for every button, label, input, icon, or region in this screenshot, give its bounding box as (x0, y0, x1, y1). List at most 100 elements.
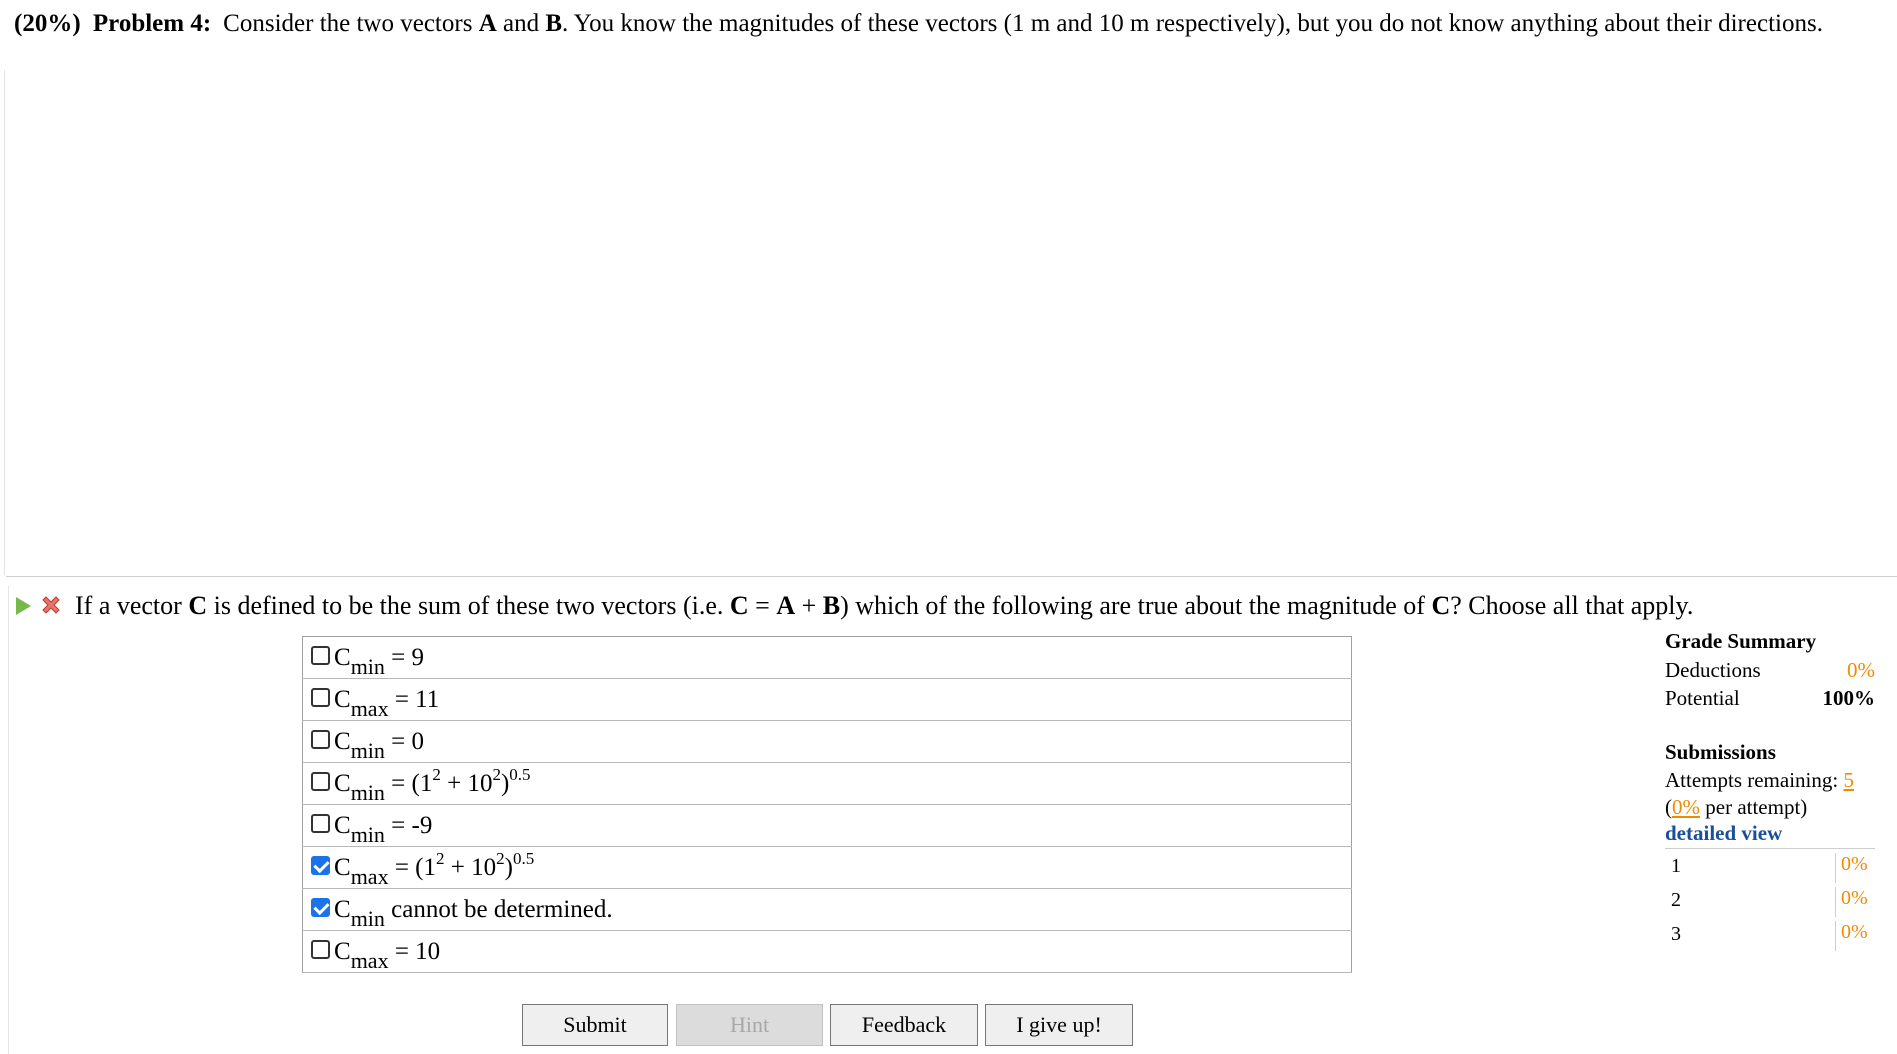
choice-symbol: C (334, 727, 351, 755)
choice-exponent: 0.5 (509, 764, 531, 784)
choice-superscript: 2 (436, 848, 445, 868)
choice-text: = 0 (384, 727, 425, 755)
problem-statement: (20%) Problem 4: Consider the two vectors… (14, 8, 1884, 40)
submission-number: 3 (1671, 923, 1681, 945)
choice-checkbox[interactable] (311, 646, 330, 666)
choice-cell[interactable]: Cmax = 10 (302, 930, 1352, 973)
submit-button[interactable]: Submit (522, 1004, 668, 1046)
choice-cell[interactable]: Cmax = 11 (302, 678, 1352, 721)
choice-cell[interactable]: Cmin = -9 (302, 804, 1352, 847)
potential-row: Potential 100% (1665, 686, 1875, 711)
submission-row: 3 0% (1665, 921, 1875, 951)
per-attempt-open: ( (1665, 795, 1672, 819)
question-text: If a vector C is defined to be the sum o… (16, 589, 1693, 623)
choice-row[interactable]: Cmax = 10 (302, 930, 1352, 973)
submission-number: 1 (1671, 855, 1681, 877)
choice-symbol: C (334, 853, 351, 881)
choice-row[interactable]: Cmin = -9 (302, 804, 1352, 847)
potential-value: 100% (1822, 686, 1876, 710)
vector-a: A (776, 591, 796, 620)
submission-row: 1 0% (1665, 853, 1875, 883)
submission-percent: 0% (1835, 887, 1868, 917)
choice-text: = (1 (384, 769, 433, 797)
choice-text: = 10 (388, 937, 441, 965)
choice-text: = 11 (388, 685, 440, 713)
left-divider (8, 586, 9, 1054)
choice-subscript: max (350, 863, 389, 889)
choice-superscript: 2 (432, 764, 441, 784)
question-part: = (748, 591, 777, 620)
choice-symbol: C (334, 643, 351, 671)
problem-label: Problem 4: (92, 10, 212, 37)
choice-row[interactable]: Cmin = (12 + 102)0.5 (302, 762, 1352, 805)
choice-text: ) (504, 853, 513, 881)
choice-checkbox[interactable] (311, 772, 330, 792)
choice-checkbox[interactable] (311, 814, 330, 834)
submission-row: 2 0% (1665, 887, 1875, 917)
problem-weight: (20%) (14, 10, 81, 37)
choice-exponent: 0.5 (512, 848, 535, 868)
choice-text: cannot be determined. (384, 895, 613, 923)
choice-subscript: min (350, 737, 385, 763)
vector-b: B (822, 591, 841, 620)
per-attempt: (0% per attempt) (1665, 795, 1807, 820)
choice-superscript: 2 (496, 848, 505, 868)
attempts-remaining: Attempts remaining: 5 (1665, 768, 1854, 793)
question-part: ? Choose all that apply. (1450, 591, 1694, 620)
choice-symbol: C (334, 685, 351, 713)
choice-text: = 9 (384, 643, 425, 671)
problem-text: Consider the two vectors (223, 10, 479, 37)
choice-subscript: min (350, 779, 385, 805)
question-part: ) which of the following are true about … (840, 591, 1432, 620)
vector-c: C (1431, 591, 1451, 620)
choice-superscript: 2 (492, 764, 501, 784)
choice-text: + 10 (440, 769, 493, 797)
potential-label: Potential (1665, 686, 1740, 710)
choice-text: + 10 (444, 853, 497, 881)
submission-percent: 0% (1835, 921, 1868, 951)
choice-row[interactable]: Cmax = 11 (302, 678, 1352, 721)
problem-text: and (496, 10, 546, 37)
choice-subscript: min (350, 905, 385, 931)
submission-percent: 0% (1835, 853, 1868, 883)
attempts-value[interactable]: 5 (1843, 768, 1854, 792)
feedback-button[interactable]: Feedback (830, 1004, 978, 1046)
detailed-view-link[interactable]: detailed view (1665, 821, 1782, 846)
per-attempt-value[interactable]: 0% (1672, 795, 1700, 819)
choice-subscript: min (350, 821, 385, 847)
choice-row[interactable]: Cmin = 9 (302, 636, 1352, 679)
choice-checkbox[interactable] (311, 688, 330, 708)
choice-checkbox[interactable] (311, 856, 330, 876)
choice-row[interactable]: Cmax = (12 + 102)0.5 (302, 846, 1352, 889)
choice-subscript: max (350, 947, 389, 973)
question-part: + (795, 591, 823, 620)
section-divider (6, 576, 1897, 577)
choice-cell[interactable]: Cmax = (12 + 102)0.5 (302, 846, 1352, 889)
choice-checkbox[interactable] (311, 730, 330, 750)
question-part: is defined to be the sum of these two ve… (207, 591, 730, 620)
left-divider (4, 70, 5, 575)
choice-cell[interactable]: Cmin cannot be determined. (302, 888, 1352, 931)
submissions-title: Submissions (1665, 740, 1776, 764)
vector-a: A (478, 10, 497, 37)
per-attempt-text: per attempt) (1700, 795, 1808, 819)
choice-checkbox[interactable] (311, 940, 330, 960)
choice-row[interactable]: Cmin = 0 (302, 720, 1352, 763)
answer-choices: Cmin = 9 Cmax = 11 Cmin = 0 Cmin = (12 + 10… (302, 636, 1352, 973)
choice-cell[interactable]: Cmin = (12 + 102)0.5 (302, 762, 1352, 805)
question-part: If a vector (75, 591, 189, 620)
choice-cell[interactable]: Cmin = 0 (302, 720, 1352, 763)
choice-subscript: min (350, 653, 385, 679)
choice-checkbox[interactable] (311, 898, 330, 918)
attempts-label: Attempts remaining: (1665, 768, 1844, 792)
choice-text: = (1 (388, 853, 437, 881)
choice-cell[interactable]: Cmin = 9 (302, 636, 1352, 679)
choice-row[interactable]: Cmin cannot be determined. (302, 888, 1352, 931)
give-up-button[interactable]: I give up! (985, 1004, 1133, 1046)
submission-number: 2 (1671, 889, 1681, 911)
deductions-value: 0% (1847, 658, 1875, 682)
choice-symbol: C (334, 769, 351, 797)
choice-text: = -9 (384, 811, 433, 839)
play-icon[interactable] (16, 597, 31, 616)
hint-button[interactable]: Hint (676, 1004, 823, 1046)
